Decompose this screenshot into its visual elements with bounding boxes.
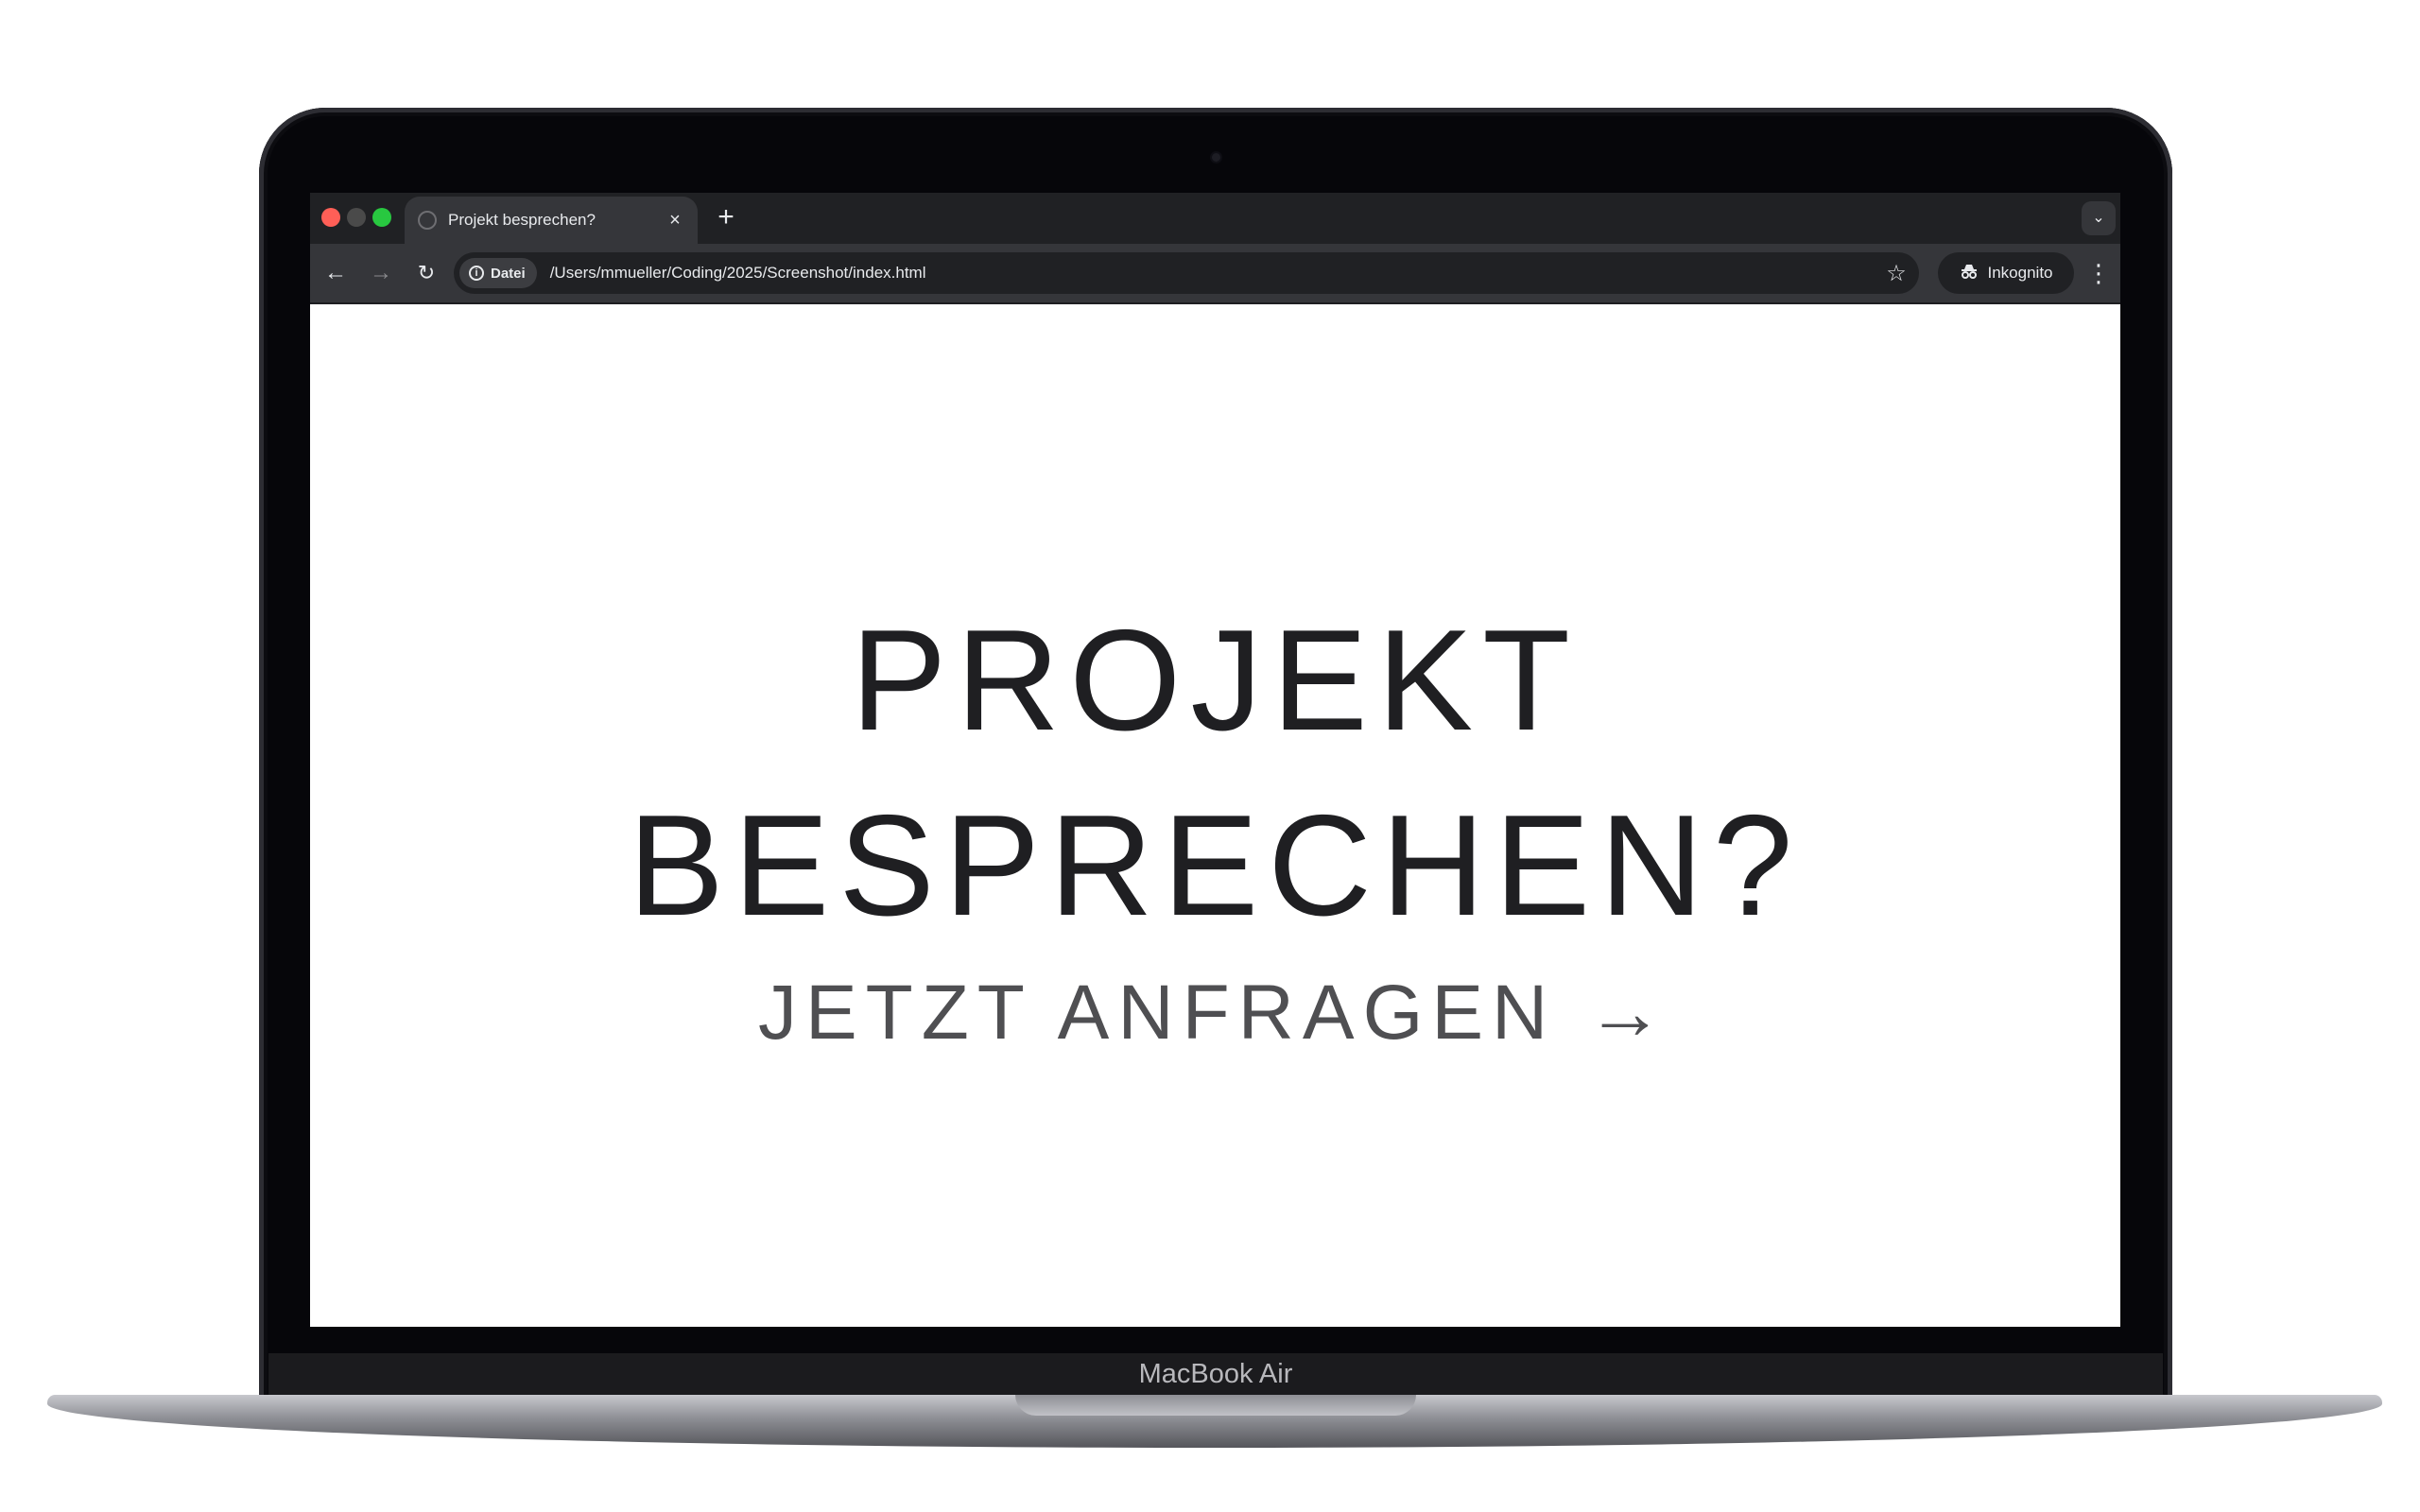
incognito-label: Inkognito [1987, 264, 2053, 282]
close-window-button[interactable] [321, 208, 340, 227]
zoom-window-button[interactable] [372, 208, 391, 227]
info-icon: i [469, 266, 484, 281]
tab-search-button[interactable]: ⌄ [2082, 201, 2116, 235]
site-info-chip[interactable]: i Datei [459, 258, 537, 288]
kebab-menu-icon[interactable]: ⋮ [2082, 255, 2116, 291]
incognito-indicator[interactable]: Inkognito [1938, 252, 2074, 294]
tab-title: Projekt besprechen? [448, 211, 596, 229]
request-now-link[interactable]: JETZT ANFRAGEN → [310, 966, 2120, 1060]
laptop-chin: MacBook Air [268, 1353, 2163, 1395]
globe-icon [418, 211, 437, 230]
url-text[interactable]: /Users/mmueller/Coding/2025/Screenshot/i… [550, 264, 1879, 283]
laptop-screen: Projekt besprechen? × + ⌄ ← → ↻ i Datei … [310, 193, 2120, 1327]
new-tab-button[interactable]: + [709, 200, 743, 234]
back-arrow-icon[interactable]: ← [318, 255, 354, 291]
headline-line-2: BESPRECHEN? [628, 785, 1803, 946]
camera-dot [1212, 153, 1220, 162]
headline-line-1: PROJEKT [851, 600, 1580, 761]
device-label: MacBook Air [1138, 1359, 1293, 1389]
reload-icon[interactable]: ↻ [408, 255, 444, 291]
browser-tab-bar: Projekt besprechen? × + ⌄ [310, 193, 2120, 244]
browser-toolbar: ← → ↻ i Datei /Users/mmueller/Coding/202… [310, 244, 2120, 304]
browser-tab-active[interactable]: Projekt besprechen? × [405, 197, 698, 244]
forward-arrow-icon[interactable]: → [363, 255, 399, 291]
web-page-content: PROJEKT BESPRECHEN? JETZT ANFRAGEN → [310, 304, 2120, 1327]
address-bar[interactable]: i Datei /Users/mmueller/Coding/2025/Scre… [454, 252, 1919, 294]
star-icon[interactable]: ☆ [1879, 260, 1913, 287]
close-tab-icon[interactable]: × [666, 210, 684, 232]
site-info-label: Datei [491, 265, 526, 282]
incognito-icon [1960, 264, 1979, 284]
minimize-window-button[interactable] [347, 208, 366, 227]
page-headline: PROJEKT BESPRECHEN? [310, 588, 2120, 958]
laptop-opening-notch [1015, 1395, 1416, 1416]
